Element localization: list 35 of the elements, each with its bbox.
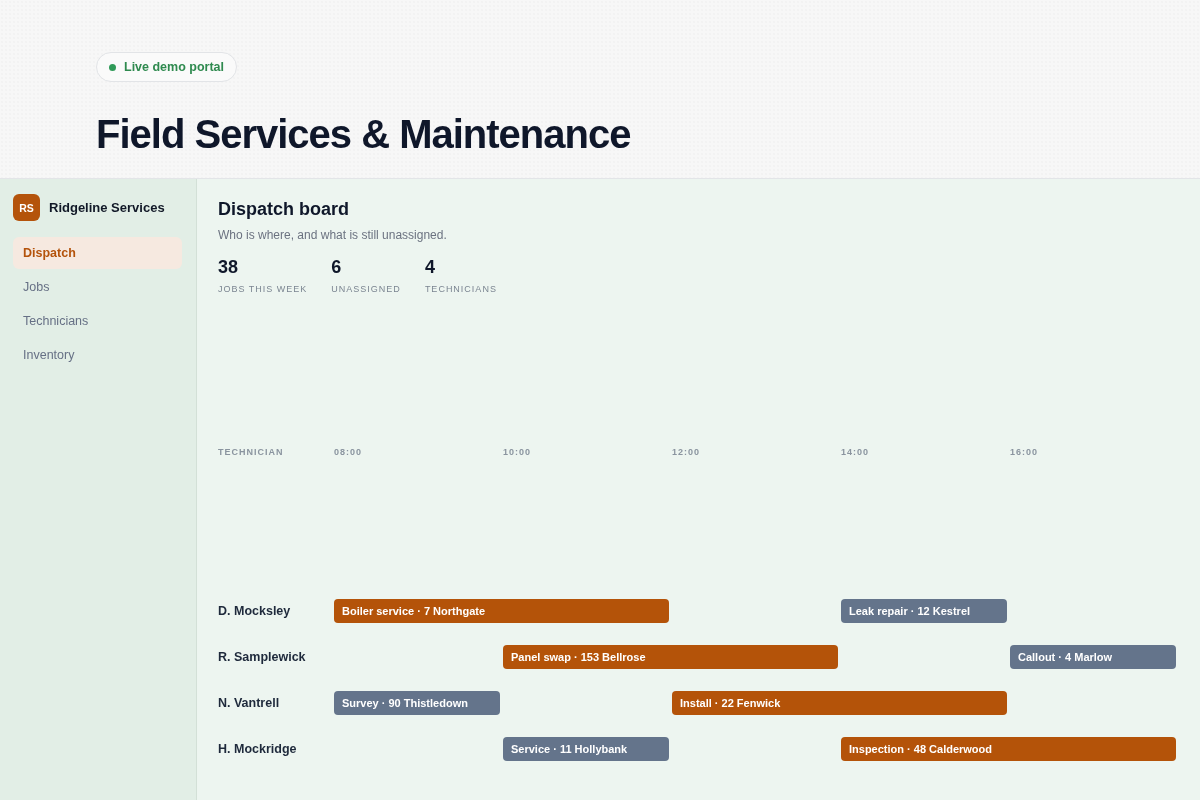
- brand-name: Ridgeline Services: [49, 200, 165, 215]
- nav-item[interactable]: Dispatch: [13, 237, 182, 269]
- job-bar[interactable]: Callout · 4 Marlow: [1010, 645, 1176, 669]
- job-bar[interactable]: Install · 22 Fenwick: [672, 691, 1007, 715]
- page-title: Field Services & Maintenance: [96, 111, 631, 158]
- job-bar[interactable]: Service · 11 Hollybank: [503, 737, 669, 761]
- board-subtitle: Who is where, and what is still unassigned.: [218, 227, 447, 243]
- time-header: 10:00: [503, 446, 532, 458]
- nav-item[interactable]: Technicians: [13, 305, 182, 337]
- brand-logo: RS: [13, 194, 40, 221]
- stat-label: TECHNICIANS: [424, 283, 497, 295]
- time-header: 08:00: [334, 446, 363, 458]
- job-bar[interactable]: Survey · 90 Thistledown: [334, 691, 500, 715]
- technician-name: R. Samplewick: [218, 650, 306, 664]
- job-bar[interactable]: Inspection · 48 Calderwood: [841, 737, 1176, 761]
- status-dot-icon: [109, 63, 116, 71]
- stat-value: 38: [218, 256, 239, 279]
- nav-item[interactable]: Inventory: [13, 339, 182, 371]
- stat-value: 4: [424, 256, 435, 279]
- technician-name: D. Mocksley: [218, 604, 291, 618]
- stat-value: 6: [331, 256, 342, 279]
- job-bar[interactable]: Leak repair · 12 Kestrel: [841, 599, 1007, 623]
- time-header: 12:00: [672, 446, 701, 458]
- board-title: Dispatch board: [218, 198, 350, 221]
- column-header: TECHNICIAN: [218, 446, 284, 458]
- technician-name: H. Mockridge: [218, 742, 297, 756]
- time-header: 14:00: [841, 446, 870, 458]
- stat-label: JOBS THIS WEEK: [218, 283, 308, 295]
- time-header: 16:00: [1010, 446, 1039, 458]
- technician-name: N. Vantrell: [218, 696, 280, 710]
- stat-label: UNASSIGNED: [331, 283, 401, 295]
- job-bar[interactable]: Panel swap · 153 Bellrose: [503, 645, 838, 669]
- job-bar[interactable]: Boiler service · 7 Northgate: [334, 599, 669, 623]
- live-badge: Live demo portal: [96, 52, 238, 82]
- nav-item[interactable]: Jobs: [13, 271, 182, 303]
